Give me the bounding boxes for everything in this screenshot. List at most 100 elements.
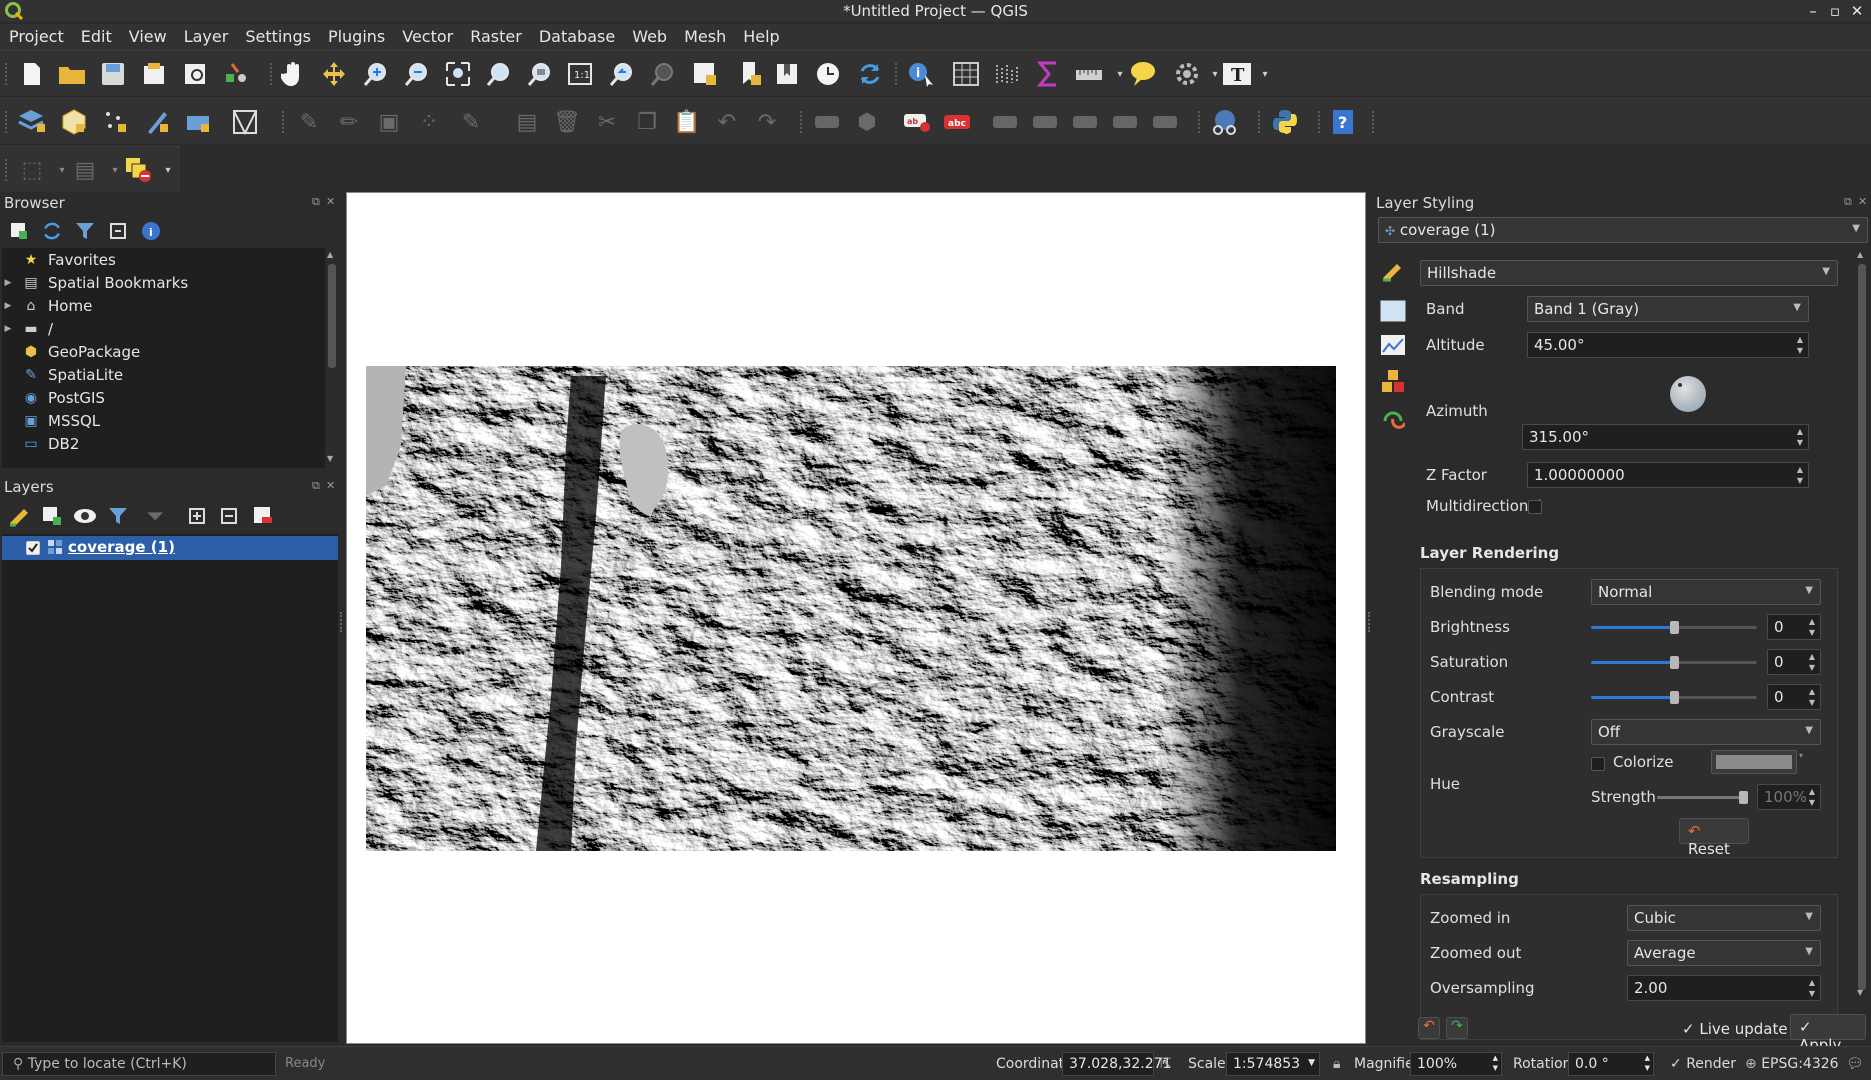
scrollbar-thumb[interactable] (1858, 264, 1866, 990)
menu-layer[interactable]: Layer (175, 24, 237, 46)
float-panel-icon[interactable]: ⧉ (312, 479, 320, 493)
change-label-icon[interactable] (1150, 108, 1180, 136)
browser-item[interactable]: ◉ PostGIS (2, 387, 105, 409)
expand-arrow-icon[interactable]: ▶ (2, 278, 14, 288)
zoom-out-icon[interactable] (402, 60, 432, 88)
map-actions-icon[interactable] (1172, 60, 1202, 88)
help-contents-icon[interactable]: ? (1328, 108, 1358, 136)
add-selected-layers-icon[interactable] (4, 217, 34, 245)
new-virtual-layer-icon[interactable] (184, 108, 214, 136)
save-project-icon[interactable] (98, 60, 128, 88)
delete-selected-icon[interactable]: 🗑 (552, 108, 582, 136)
toolbar-grip[interactable] (1372, 111, 1375, 133)
add-feature-icon[interactable]: ⁘ (414, 108, 444, 136)
zfactor-spinbox[interactable]: 1.00000000 ▲ ▼ (1527, 462, 1809, 488)
menu-vector[interactable]: Vector (393, 24, 461, 46)
color-dropdown-icon[interactable]: ▾ (1799, 750, 1811, 774)
browser-item[interactable]: ▶ ▬ / (2, 318, 54, 340)
highlight-pinned-labels-icon[interactable]: ab (902, 108, 932, 136)
move-label-icon[interactable] (1070, 108, 1100, 136)
toolbar-grip[interactable] (800, 111, 803, 133)
toolbar-grip[interactable] (1198, 111, 1201, 133)
apply-button[interactable]: ✓ Apply (1790, 1014, 1866, 1054)
render-toggle[interactable]: ✓ Render (1670, 1056, 1736, 1072)
toolbar-grip[interactable] (5, 111, 8, 133)
close-panel-icon[interactable]: ✕ (326, 479, 335, 492)
pin-labels-icon[interactable] (990, 108, 1020, 136)
current-edits-icon[interactable]: ✎ (294, 108, 324, 136)
deselect-dropdown-icon[interactable]: ▾ (153, 156, 183, 184)
modify-attributes-icon[interactable]: ▤ (512, 108, 542, 136)
colorize-color-button[interactable] (1711, 750, 1797, 774)
slider-handle[interactable] (1670, 691, 1679, 704)
locator-search-field[interactable]: ⚲ Type to locate (Ctrl+K) (2, 1052, 276, 1076)
menu-help[interactable]: Help (734, 24, 787, 46)
strength-slider[interactable] (1657, 787, 1749, 807)
measure-line-icon[interactable] (1075, 60, 1105, 88)
zoom-last-icon[interactable] (607, 60, 637, 88)
saturation-spinbox[interactable]: 0 ▲ ▼ (1767, 649, 1821, 675)
toolbar-grip[interactable] (5, 159, 8, 181)
python-console-icon[interactable] (1270, 108, 1300, 136)
zoomed-in-combo[interactable]: Cubic ▼ (1627, 905, 1821, 931)
tab-rendering[interactable] (1376, 366, 1410, 396)
spin-arrows-icon[interactable]: ▲ ▼ (1807, 786, 1817, 808)
toolbar-grip[interactable] (1258, 111, 1261, 133)
slider-handle[interactable] (1739, 791, 1749, 804)
grayscale-combo[interactable]: Off ▼ (1591, 719, 1821, 745)
spin-arrows-icon[interactable]: ▲ ▼ (1807, 977, 1817, 999)
pan-to-selection-icon[interactable] (319, 60, 349, 88)
minimize-icon[interactable]: – (1803, 1, 1823, 21)
toolbar-grip[interactable] (1318, 111, 1321, 133)
float-panel-icon[interactable]: ⧉ (312, 195, 320, 209)
redo-icon[interactable]: ↷ (752, 108, 782, 136)
temporal-controller-icon[interactable] (813, 60, 843, 88)
altitude-spinbox[interactable]: 45.00° ▲ ▼ (1527, 332, 1809, 358)
rotation-spinbox[interactable]: 0.0 ° ▲ ▼ (1568, 1052, 1654, 1076)
live-update-toggle[interactable]: ✓ Live update (1682, 1020, 1788, 1038)
remove-layer-icon[interactable] (248, 502, 278, 530)
properties-info-icon[interactable]: i (136, 217, 166, 245)
left-dock-splitter[interactable] (340, 612, 344, 632)
menu-web[interactable]: Web (623, 24, 675, 46)
filter-browser-icon[interactable] (70, 217, 100, 245)
brightness-spinbox[interactable]: 0 ▲ ▼ (1767, 614, 1821, 640)
menu-settings[interactable]: Settings (236, 24, 319, 46)
browser-item[interactable]: ⬢ GeoPackage (2, 341, 140, 363)
pan-map-icon[interactable] (278, 60, 308, 88)
show-hide-labels-icon[interactable] (1030, 108, 1060, 136)
reset-button[interactable]: ↶ Reset (1679, 818, 1749, 858)
scroll-up-icon[interactable]: ▲ (1857, 250, 1863, 259)
lock-scale-icon[interactable]: 🔒︎ (1333, 1056, 1340, 1072)
annotation-dropdown-icon[interactable]: ▾ (1250, 60, 1280, 88)
messages-icon[interactable]: 💬︎ (1846, 1056, 1864, 1072)
open-layer-styling-icon[interactable] (4, 502, 34, 530)
azimuth-dial[interactable] (1670, 376, 1706, 412)
filter-legend-icon[interactable] (103, 502, 133, 530)
rotate-label-icon[interactable] (1110, 108, 1140, 136)
slider-handle[interactable] (1670, 621, 1679, 634)
browser-item[interactable]: ▶ ⌂ Home (2, 295, 93, 317)
paste-features-icon[interactable]: 📋 (672, 108, 702, 136)
statistics-icon[interactable] (992, 60, 1022, 88)
close-panel-icon[interactable]: ✕ (326, 195, 335, 208)
new-print-layout-icon[interactable] (140, 60, 170, 88)
label-toolbar-icon[interactable] (812, 108, 842, 136)
strength-spinbox[interactable]: 100% ▲ ▼ (1757, 784, 1821, 810)
metasearch-icon[interactable] (1210, 108, 1240, 136)
menu-view[interactable]: View (120, 24, 175, 46)
identify-features-icon[interactable]: i (906, 60, 936, 88)
blending-mode-combo[interactable]: Normal ▼ (1591, 579, 1821, 605)
crs-button[interactable]: ⊕ EPSG:4326 (1745, 1056, 1839, 1072)
menu-plugins[interactable]: Plugins (319, 24, 393, 46)
redo-style-icon[interactable]: ↷ (1446, 1017, 1468, 1039)
show-layout-manager-icon[interactable] (181, 60, 211, 88)
scroll-up-icon[interactable]: ▲ (327, 250, 333, 259)
zoom-native-icon[interactable]: 1:1 (566, 60, 596, 88)
new-geopackage-layer-icon[interactable] (59, 108, 89, 136)
field-calculator-icon[interactable] (1033, 60, 1063, 88)
open-project-icon[interactable] (57, 60, 87, 88)
filter-expression-icon[interactable]: ⏷ (140, 502, 170, 530)
oversampling-spinbox[interactable]: 2.00 ▲ ▼ (1627, 975, 1821, 1001)
spin-arrows-icon[interactable]: ▲ ▼ (1795, 464, 1805, 486)
